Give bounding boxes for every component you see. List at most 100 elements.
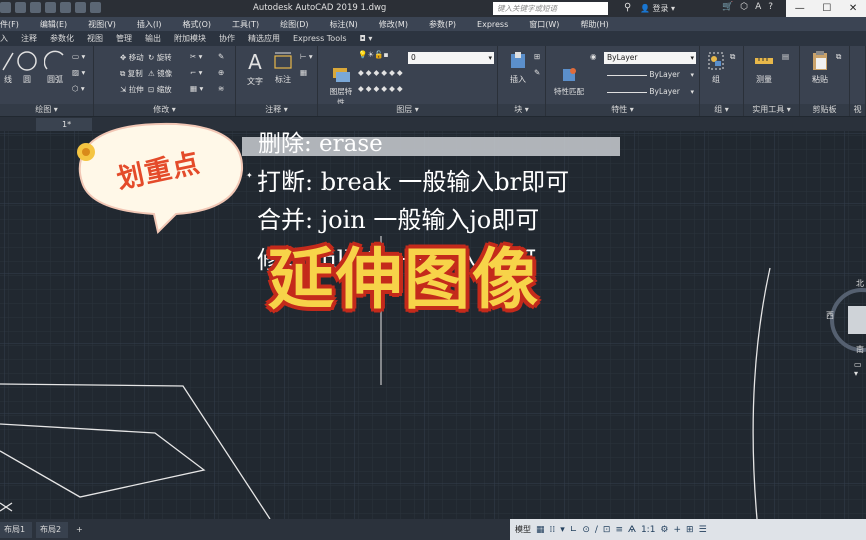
linetype-dropdown[interactable]: ByLayer [604, 69, 696, 81]
minimize-button[interactable]: — [795, 3, 805, 14]
move-button[interactable]: ✥ 移动 [120, 52, 144, 63]
snap-dropdown-icon[interactable]: ▾ [560, 525, 565, 535]
menu-help[interactable]: 帮助(H) [580, 19, 608, 30]
tab-view[interactable]: 视图 [87, 33, 103, 44]
menu-parametric[interactable]: 参数(P) [429, 19, 456, 30]
add-layout-button[interactable]: + [72, 522, 88, 538]
offset-icon[interactable]: ≋ [218, 84, 224, 93]
model-space-button[interactable]: 模型 [515, 524, 531, 535]
color-dropdown[interactable]: ByLayer [604, 52, 696, 64]
copy-clip-icon[interactable]: ⧉ [836, 52, 841, 62]
menu-file[interactable]: 件(F) [0, 19, 19, 30]
annotation-scale-icon[interactable]: Ѧ [628, 525, 636, 535]
properties-group-label[interactable]: 特性 ▾ [546, 104, 699, 116]
line-button[interactable]: 线 [0, 50, 16, 85]
isodraft-icon[interactable]: ∕ [595, 525, 598, 535]
erase-icon[interactable]: ✎ [218, 52, 224, 61]
lineweight-dropdown[interactable]: ByLayer [604, 86, 696, 98]
menu-insert[interactable]: 插入(I) [137, 19, 162, 30]
polar-icon[interactable]: ⊙ [582, 525, 590, 535]
groups-group-label[interactable]: 组 ▾ [700, 104, 743, 116]
ungroup-icon[interactable]: ⧉ [730, 52, 735, 62]
paste-button[interactable]: 粘贴 [806, 50, 834, 85]
viewcube-south[interactable]: 南 [856, 344, 864, 355]
open-file-icon[interactable] [15, 2, 26, 13]
mirror-button[interactable]: ⚠ 镜像 [148, 68, 172, 79]
viewcube-menu-icon[interactable]: ▭ ▾ [854, 360, 866, 378]
viewcube[interactable]: 北 西 南 ▭ ▾ [826, 272, 866, 378]
edit-block-icon[interactable]: ✎ [534, 68, 540, 77]
insert-block-button[interactable]: 插入 [504, 50, 532, 85]
array-icon[interactable]: ▦ ▾ [190, 84, 203, 93]
clipboard-group-label[interactable]: 剪贴板 [800, 104, 849, 116]
viewcube-north[interactable]: 北 [856, 278, 864, 289]
table-icon[interactable]: ▦ [300, 68, 307, 77]
save-as-icon[interactable] [45, 2, 56, 13]
tab-express-tools[interactable]: Express Tools [293, 34, 347, 43]
layer-state-icons[interactable]: 💡☀🔓▪ [358, 50, 388, 59]
add-icon[interactable]: + [674, 525, 682, 535]
binoculars-icon[interactable]: ⚲ [624, 2, 631, 13]
dimension-button[interactable]: 标注 [270, 50, 296, 85]
login-link[interactable]: 👤 登录 ▾ [640, 3, 675, 14]
units-icon[interactable]: ⊞ [686, 525, 694, 535]
layer-tools-row2[interactable]: ◆◆◆◆◆◆ [358, 84, 405, 93]
customize-menu-icon[interactable]: ☰ [699, 525, 707, 535]
exchange-icon[interactable]: A [755, 2, 761, 12]
utilities-group-label[interactable]: 实用工具 ▾ [744, 104, 799, 116]
arc-button[interactable]: 圆弧 [42, 50, 68, 85]
redo-icon[interactable] [90, 2, 101, 13]
scale-button[interactable]: ⊡ 缩放 [148, 84, 172, 95]
share-icon[interactable]: ⬡ [740, 2, 748, 12]
new-file-icon[interactable] [0, 2, 11, 13]
menu-window[interactable]: 窗口(W) [529, 19, 559, 30]
viewcube-west[interactable]: 西 [826, 310, 834, 321]
menu-modify[interactable]: 修改(M) [379, 19, 408, 30]
workspace-gear-icon[interactable]: ⚙ [660, 525, 668, 535]
scale-readout[interactable]: 1:1 [641, 525, 655, 535]
tab-output[interactable]: 输出 [145, 33, 161, 44]
undo-icon[interactable] [75, 2, 86, 13]
layer-tools-row1[interactable]: ◆◆◆◆◆◆ [358, 68, 405, 77]
measure-button[interactable]: 测量 [750, 50, 778, 85]
hatch-icon[interactable]: ▨ ▾ [72, 68, 85, 77]
close-button[interactable]: ✕ [849, 3, 857, 14]
tab-collaborate[interactable]: 协作 [219, 33, 235, 44]
ortho-icon[interactable]: ∟ [570, 525, 578, 535]
calculator-icon[interactable]: ▤ [782, 52, 789, 61]
layers-group-label[interactable]: 图层 ▾ [318, 104, 497, 116]
modify-group-label[interactable]: 修改 ▾ [94, 104, 235, 116]
maximize-button[interactable]: ☐ [822, 3, 831, 14]
draw-group-label[interactable]: 绘图 ▾ [0, 104, 93, 116]
polygon-icon[interactable]: ⬡ ▾ [72, 84, 85, 93]
text-button[interactable]: A 文字 [242, 50, 268, 87]
stretch-button[interactable]: ⇲ 拉伸 [120, 84, 144, 95]
tab-manage[interactable]: 管理 [116, 33, 132, 44]
tab-featured-apps[interactable]: 精选应用 [248, 33, 280, 44]
menu-edit[interactable]: 编辑(E) [40, 19, 67, 30]
menu-draw[interactable]: 绘图(D) [280, 19, 308, 30]
view-group-label[interactable]: 视 [850, 104, 865, 116]
layer-properties-button[interactable]: 图层特性 [328, 66, 354, 108]
tab-parametric[interactable]: 参数化 [50, 33, 74, 44]
menu-express[interactable]: Express [477, 20, 508, 29]
grid-icon[interactable]: ▦ [536, 525, 545, 535]
color-swatch-icon[interactable]: ◉ [590, 52, 597, 61]
menu-format[interactable]: 格式(O) [182, 19, 211, 30]
leader-icon[interactable]: ⊢ ▾ [300, 52, 313, 61]
snap-icon[interactable]: ⁞⁞ [550, 525, 556, 535]
copy-button[interactable]: ⧉ 复制 [120, 68, 143, 79]
annotation-group-label[interactable]: 注释 ▾ [236, 104, 317, 116]
osnap-icon[interactable]: ⊡ [603, 525, 611, 535]
ribbon-toggle-icon[interactable]: ◘ ▾ [360, 34, 373, 43]
lineweight-icon[interactable]: ≡ [615, 525, 623, 535]
explode-icon[interactable]: ⊕ [218, 68, 224, 77]
match-properties-button[interactable]: 特性匹配 [554, 66, 584, 97]
tab-layout-1[interactable]: 布局1 [0, 522, 32, 538]
block-group-label[interactable]: 块 ▾ [498, 104, 545, 116]
rotate-button[interactable]: ↻ 旋转 [148, 52, 172, 63]
menu-view[interactable]: 视图(V) [88, 19, 116, 30]
save-icon[interactable] [30, 2, 41, 13]
tab-layout-2[interactable]: 布局2 [36, 522, 68, 538]
tab-addins[interactable]: 附加模块 [174, 33, 206, 44]
